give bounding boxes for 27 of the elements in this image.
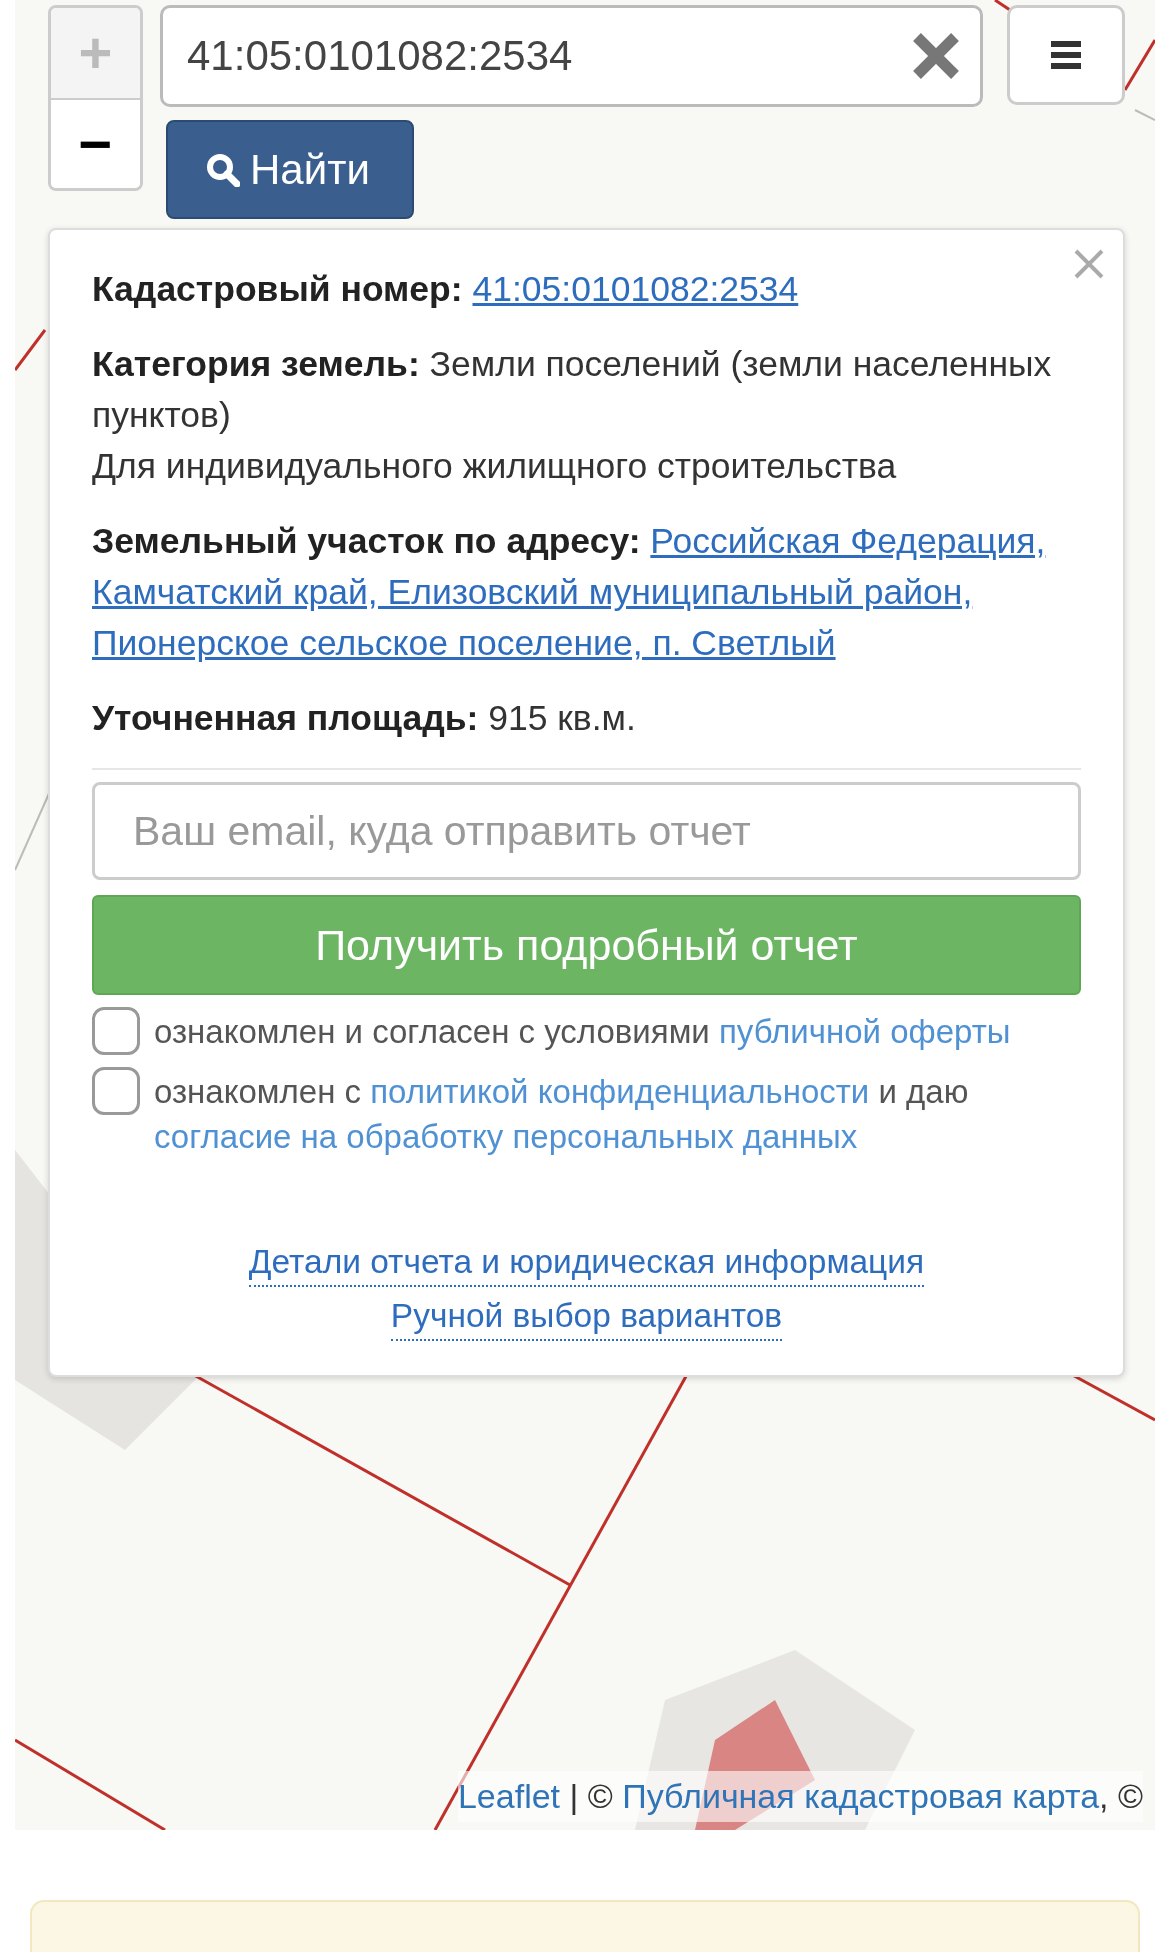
find-button[interactable]: Найти <box>166 120 414 219</box>
menu-button[interactable] <box>1007 5 1125 105</box>
info-text: Категория земель: Земли поселений (земли населенных пунктов) Для индивидуального жилищного строительства <box>92 343 1053 488</box>
attribution-link[interactable]: Публичная кадастровая карта <box>622 1777 1100 1815</box>
info-text: Уточненная площадь: 915 кв.м. <box>92 697 637 740</box>
footer-link[interactable]: Ручной выбор вариантов <box>390 1293 783 1341</box>
info-text: Земельный участок по адресу: Российская Федерация, Камчатский край, Елизовский муниципальный район, Пионерское сельское поселение, п. Светлый <box>92 520 1047 665</box>
agreement-link[interactable]: согласие на обработку персональных данных <box>154 1118 858 1155</box>
info-link[interactable]: 41:05:0101082:2534 <box>472 269 799 309</box>
attribution-link[interactable]: Leaflet <box>457 1777 561 1815</box>
checkbox[interactable] <box>92 1067 140 1115</box>
search-field[interactable]: 41:05:0101082:2534 <box>160 5 983 107</box>
close-button[interactable] <box>1073 248 1105 280</box>
agreement-text: ознакомлен с политикой конфиденциальности и даю согласие на обработку персональных данных <box>154 1072 970 1157</box>
agreement-text: ознакомлен и согласен с условиями публичной оферты <box>154 1012 1011 1052</box>
search-icon <box>206 152 240 187</box>
agreement-link[interactable]: публичной оферты <box>718 1013 1011 1050</box>
menu-icon <box>1051 40 1081 70</box>
report-button[interactable]: Получить подробный отчет <box>92 895 1081 995</box>
agreement-link[interactable]: политикой конфиденциальности <box>370 1073 870 1110</box>
info-text: Кадастровый номер: 41:05:0101082:2534 <box>92 268 800 311</box>
footer-link[interactable]: Детали отчета и юридическая информация <box>248 1239 925 1287</box>
zoom-out-button[interactable]: − <box>51 98 140 188</box>
email-field[interactable]: Ваш email, куда отправить отчет <box>92 782 1081 880</box>
attribution-text: Leaflet | © Публичная кадастровая карта, © <box>457 1771 1143 1822</box>
checkbox[interactable] <box>92 1007 140 1055</box>
clear-icon[interactable] <box>911 31 961 81</box>
